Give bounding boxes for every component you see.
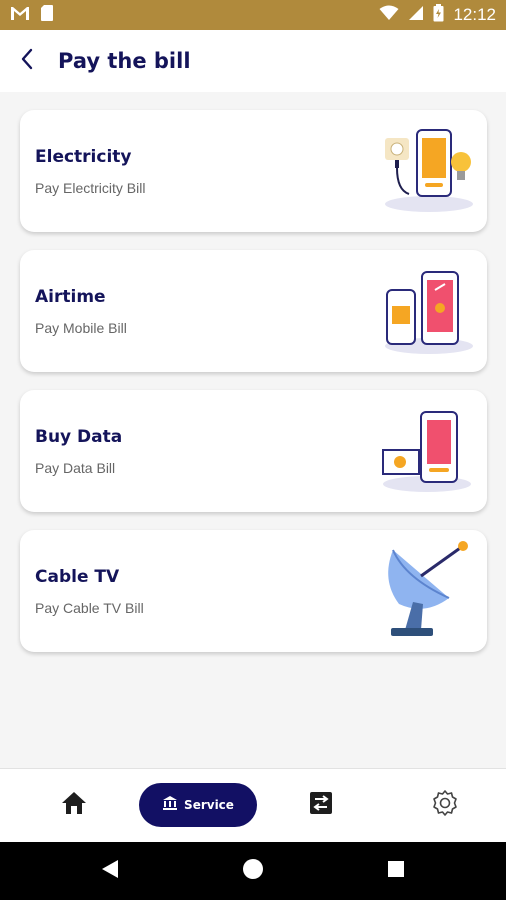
battery-icon <box>433 3 444 27</box>
system-home-button[interactable] <box>233 851 273 891</box>
app-header: Pay the bill <box>0 30 506 92</box>
card-subtitle: Pay Mobile Bill <box>35 320 127 336</box>
card-title: Electricity <box>35 147 132 167</box>
electricity-illustration <box>377 120 473 222</box>
nav-home[interactable] <box>54 783 94 827</box>
home-icon <box>61 790 87 821</box>
card-subtitle: Pay Electricity Bill <box>35 180 146 196</box>
services-list: Electricity Pay Electricity Bill Airtime… <box>0 92 506 768</box>
bank-icon <box>162 795 178 816</box>
card-title: Airtime <box>35 287 106 307</box>
system-back-button[interactable] <box>90 851 130 891</box>
data-illustration <box>377 400 473 502</box>
chevron-left-icon <box>20 48 34 75</box>
sim-card-icon <box>40 4 54 27</box>
triangle-back-icon <box>100 859 120 884</box>
service-card-buy-data[interactable]: Buy Data Pay Data Bill <box>20 390 487 512</box>
nav-service-label: Service <box>184 798 234 812</box>
service-card-cable-tv[interactable]: Cable TV Pay Cable TV Bill <box>20 530 487 652</box>
signal-icon <box>408 5 424 26</box>
settings-icon <box>431 789 459 822</box>
nav-transactions[interactable] <box>301 783 341 827</box>
card-subtitle: Pay Data Bill <box>35 460 116 476</box>
square-recents-icon <box>387 860 405 883</box>
satellite-dish-illustration <box>377 540 473 642</box>
service-card-airtime[interactable]: Airtime Pay Mobile Bill <box>20 250 487 372</box>
transfer-icon <box>308 790 334 821</box>
status-bar: 12:12 <box>0 0 506 30</box>
card-title: Buy Data <box>35 427 123 447</box>
card-title: Cable TV <box>35 567 120 587</box>
system-navigation-bar <box>0 842 506 900</box>
nav-settings[interactable] <box>425 783 465 827</box>
wifi-icon <box>379 5 399 26</box>
airtime-illustration <box>377 260 473 362</box>
service-card-electricity[interactable]: Electricity Pay Electricity Bill <box>20 110 487 232</box>
card-subtitle: Pay Cable TV Bill <box>35 600 144 616</box>
nav-service[interactable]: Service <box>139 783 257 827</box>
circle-home-icon <box>242 858 264 885</box>
status-time: 12:12 <box>453 5 496 24</box>
bottom-navigation: Service <box>0 768 506 842</box>
back-button[interactable] <box>2 30 52 92</box>
system-recents-button[interactable] <box>376 851 416 891</box>
page-title: Pay the bill <box>58 49 191 73</box>
gmail-icon <box>10 5 30 26</box>
